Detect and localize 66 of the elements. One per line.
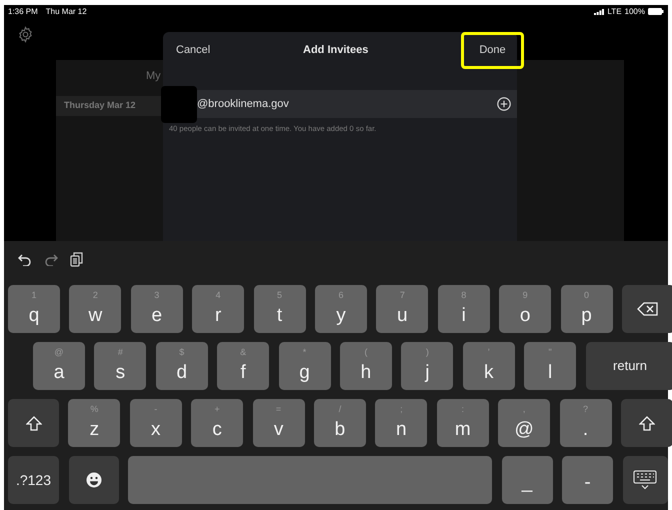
key-hint: ( [363, 346, 368, 359]
key-hint: & [239, 346, 248, 359]
shift-key[interactable] [620, 399, 672, 447]
key-hint: $ [178, 346, 186, 359]
backspace-icon [637, 302, 660, 316]
key[interactable]: / b [314, 399, 366, 447]
key[interactable]: = v [252, 399, 305, 447]
key-hint: # [116, 346, 124, 359]
email-input-field[interactable]: @brooklinema.gov [197, 90, 517, 118]
key-hint: , [522, 403, 526, 416]
key[interactable]: - [562, 456, 613, 504]
key[interactable]: ) j [401, 342, 454, 390]
signal-icon [594, 8, 604, 14]
network-label: LTE [607, 6, 622, 18]
key-hint: ; [399, 403, 404, 416]
key[interactable]: % z [68, 399, 120, 447]
key-hint: = [274, 403, 282, 416]
panel-heading: My [146, 69, 161, 84]
return-key[interactable]: return [586, 342, 672, 390]
redo-icon[interactable] [44, 254, 58, 266]
emoji-icon [86, 472, 102, 488]
key-hint: - [153, 403, 158, 416]
backspace-key[interactable] [622, 285, 672, 333]
keyboard-dismiss-icon [633, 470, 657, 490]
key[interactable]: , @ [498, 399, 550, 447]
date-row[interactable]: Thursday Mar 12 [56, 96, 163, 116]
cancel-button[interactable]: Cancel [176, 42, 210, 58]
shift-icon [638, 416, 655, 430]
key-hint: / [338, 403, 342, 416]
key-hint: @ [53, 346, 65, 359]
paste-icon[interactable] [70, 252, 83, 267]
key[interactable]: @ a [33, 342, 85, 390]
dismiss-key[interactable] [622, 456, 668, 504]
modal-title: Add Invitees [303, 42, 368, 58]
key[interactable]: * g [278, 342, 331, 390]
key[interactable]: ( h [340, 342, 392, 390]
key[interactable]: ’ k [462, 342, 515, 390]
emoji-key[interactable] [68, 456, 118, 504]
done-button[interactable]: Done [461, 32, 524, 68]
key[interactable]: - x [130, 399, 182, 447]
key-hint: * [302, 346, 308, 359]
add-circle-icon[interactable] [497, 97, 511, 111]
key[interactable]: _ [502, 456, 552, 504]
battery-percent: 100% [624, 6, 645, 18]
key[interactable]: # s [94, 342, 146, 390]
key[interactable]: $ d [156, 342, 208, 390]
key-hint: : [460, 403, 465, 416]
key-hint: ? [582, 403, 590, 416]
key[interactable]: ; n [375, 399, 428, 447]
settings-icon[interactable] [17, 26, 34, 43]
key-hint: " [548, 346, 553, 359]
numbers-key[interactable]: .?123 [8, 456, 59, 504]
status-date: Thu Mar 12 [46, 6, 87, 18]
key[interactable]: : m [436, 399, 489, 447]
key[interactable]: & f [217, 342, 270, 390]
shift-icon [26, 416, 42, 430]
key[interactable]: " l [524, 342, 576, 390]
key-hint: + [214, 403, 221, 416]
key-hint: % [89, 403, 100, 416]
status-time: 1:36 PM [8, 6, 38, 18]
undo-icon[interactable] [18, 254, 32, 266]
key-hint: ) [424, 346, 430, 359]
key-hint: ’ [486, 346, 491, 359]
key[interactable]: + c [191, 399, 244, 447]
battery-icon [648, 8, 664, 15]
key[interactable]: ? . [560, 399, 612, 447]
